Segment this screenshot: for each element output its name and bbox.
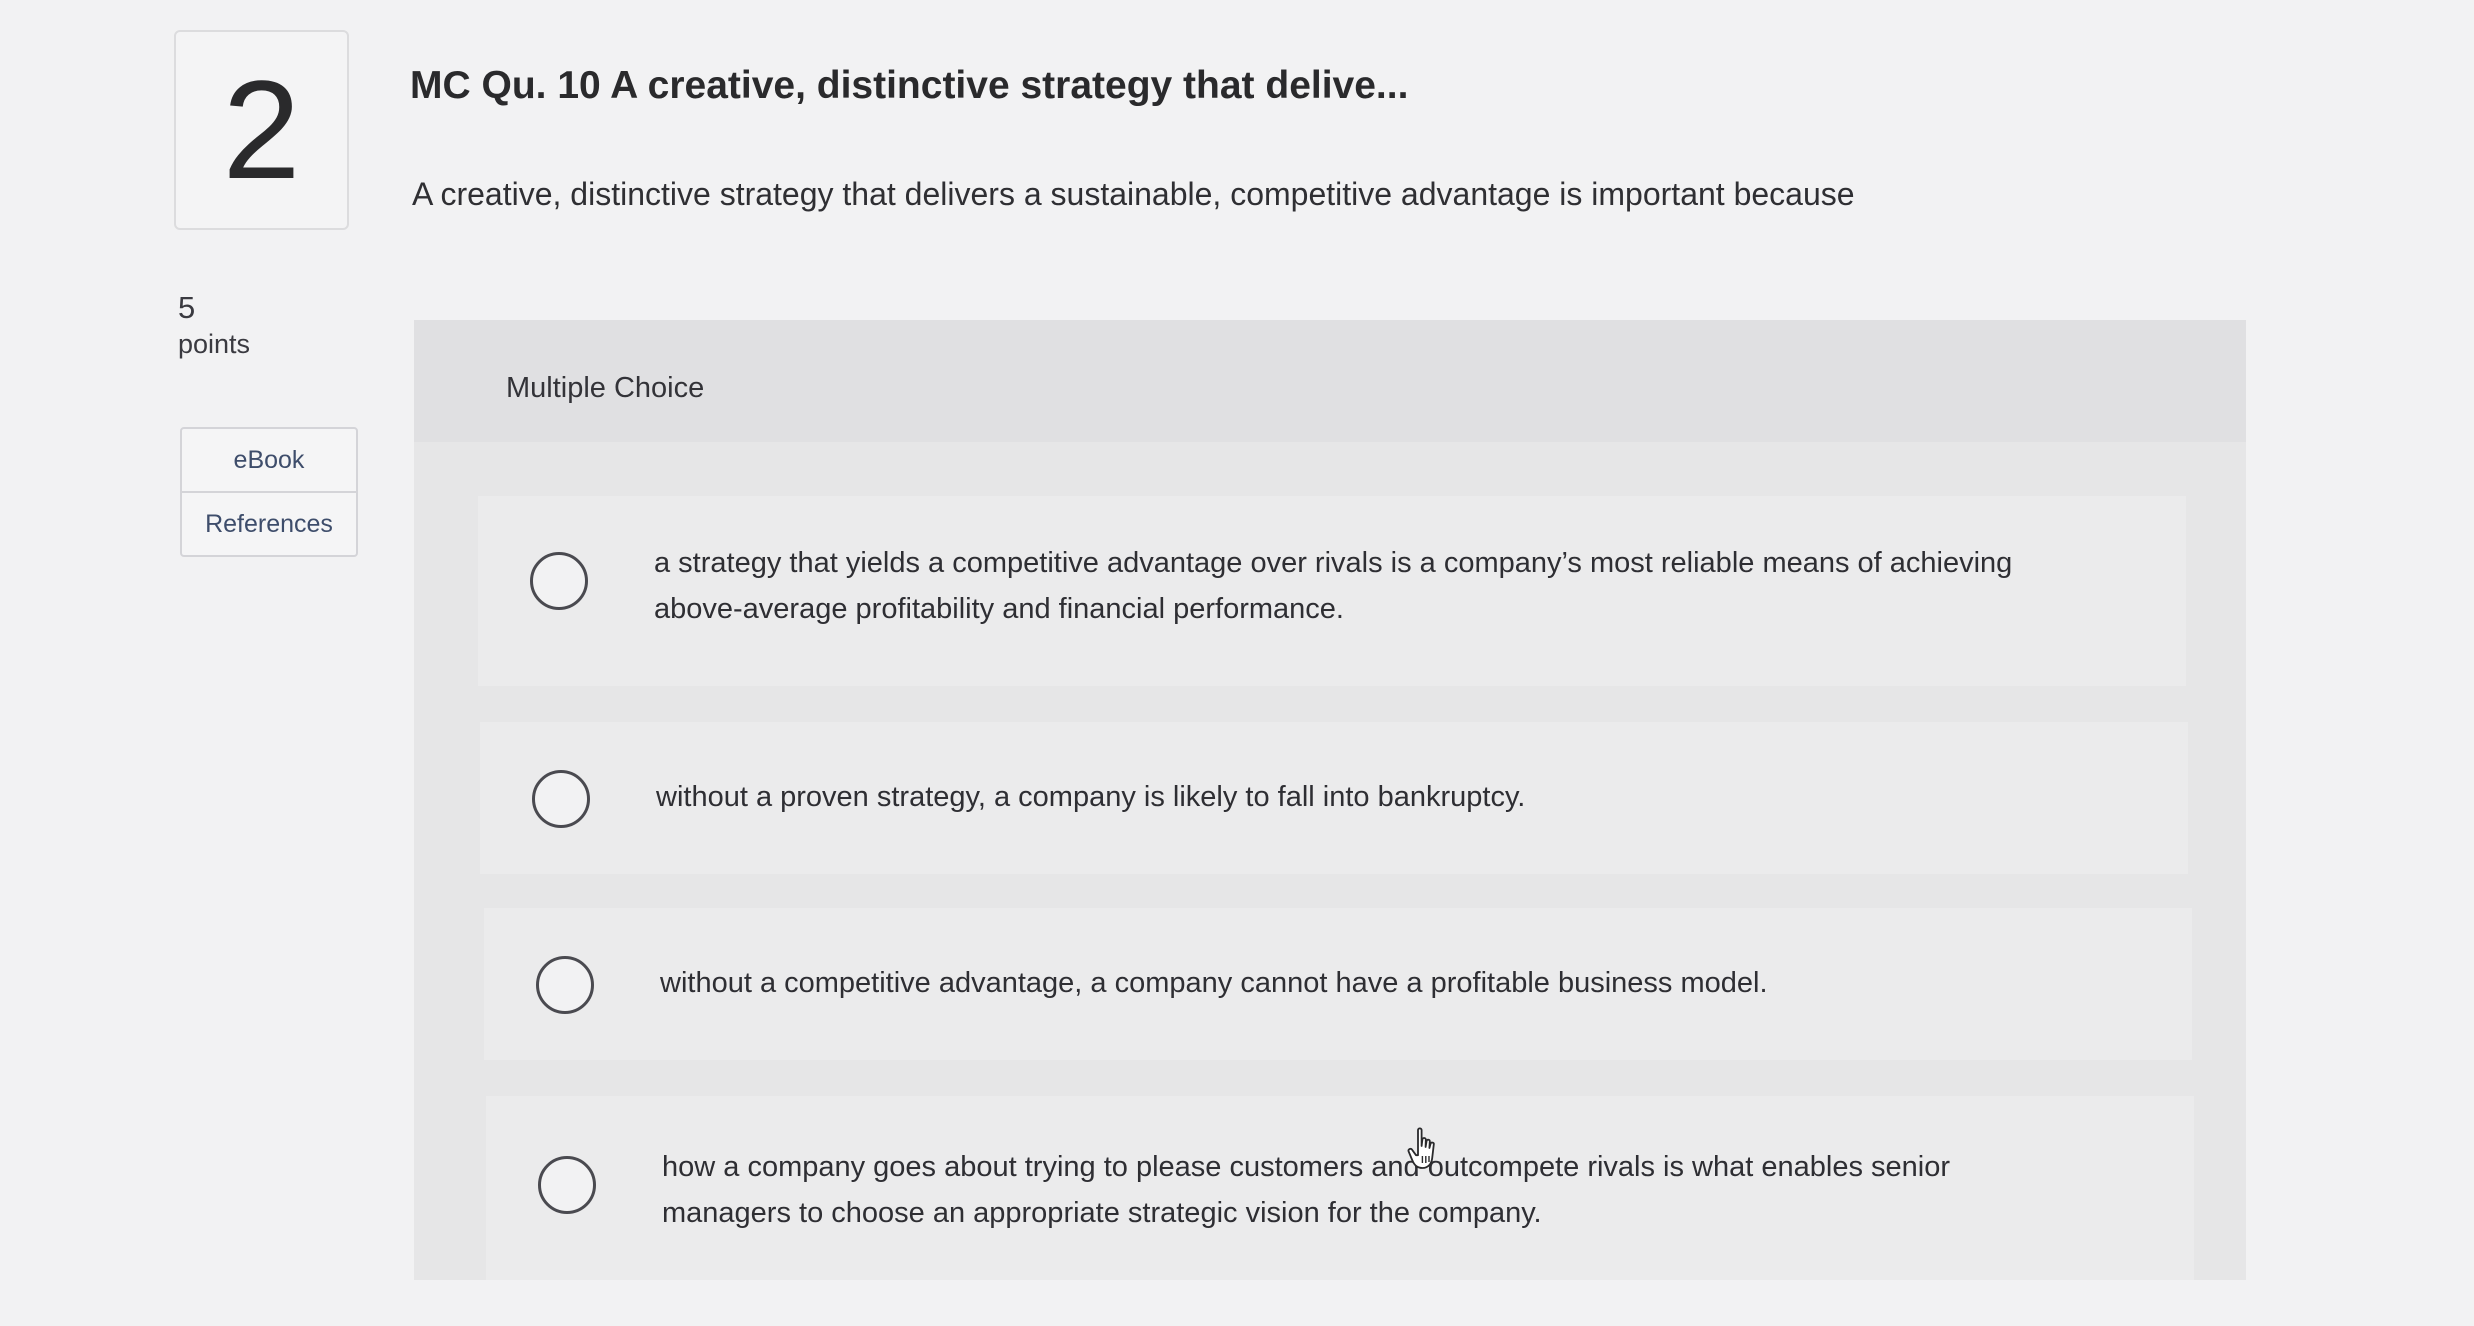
points-value: 5	[178, 290, 196, 325]
answer-option[interactable]: without a competitive advantage, a compa…	[484, 908, 2192, 1060]
ebook-button[interactable]: eBook	[182, 429, 356, 491]
question-number-box: 2	[174, 30, 349, 230]
points-label: points	[178, 329, 251, 359]
question-prompt: A creative, distinctive strategy that de…	[412, 176, 1855, 212]
answer-option-text: without a proven strategy, a company is …	[656, 781, 1526, 813]
question-title: MC Qu. 10 A creative, distinctive strate…	[410, 64, 1409, 107]
radio-button[interactable]	[532, 770, 590, 828]
answer-panel-header: Multiple Choice	[414, 320, 2246, 442]
question-number: 2	[222, 51, 301, 208]
radio-button[interactable]	[538, 1156, 596, 1214]
answer-option[interactable]: without a proven strategy, a company is …	[480, 722, 2188, 874]
answer-option[interactable]: a strategy that yields a competitive adv…	[478, 496, 2186, 686]
hand-pointer-icon	[1407, 1127, 1435, 1169]
question-type-label: Multiple Choice	[506, 372, 705, 404]
radio-button[interactable]	[536, 956, 594, 1014]
question-tools: eBook References	[180, 427, 358, 557]
answer-panel: Multiple Choice a strategy that yields a…	[414, 320, 2246, 1280]
answer-option-text: how a company goes about trying to pleas…	[662, 1151, 1950, 1229]
radio-button[interactable]	[530, 552, 588, 610]
answer-option-text: without a competitive advantage, a compa…	[660, 967, 1768, 999]
references-button[interactable]: References	[182, 491, 356, 555]
answer-option-text: a strategy that yields a competitive adv…	[654, 547, 2013, 625]
quiz-page: 2 MC Qu. 10 A creative, distinctive stra…	[0, 0, 2474, 1326]
points-info: 5 points	[178, 290, 250, 362]
answer-option[interactable]: how a company goes about trying to pleas…	[486, 1096, 2194, 1280]
